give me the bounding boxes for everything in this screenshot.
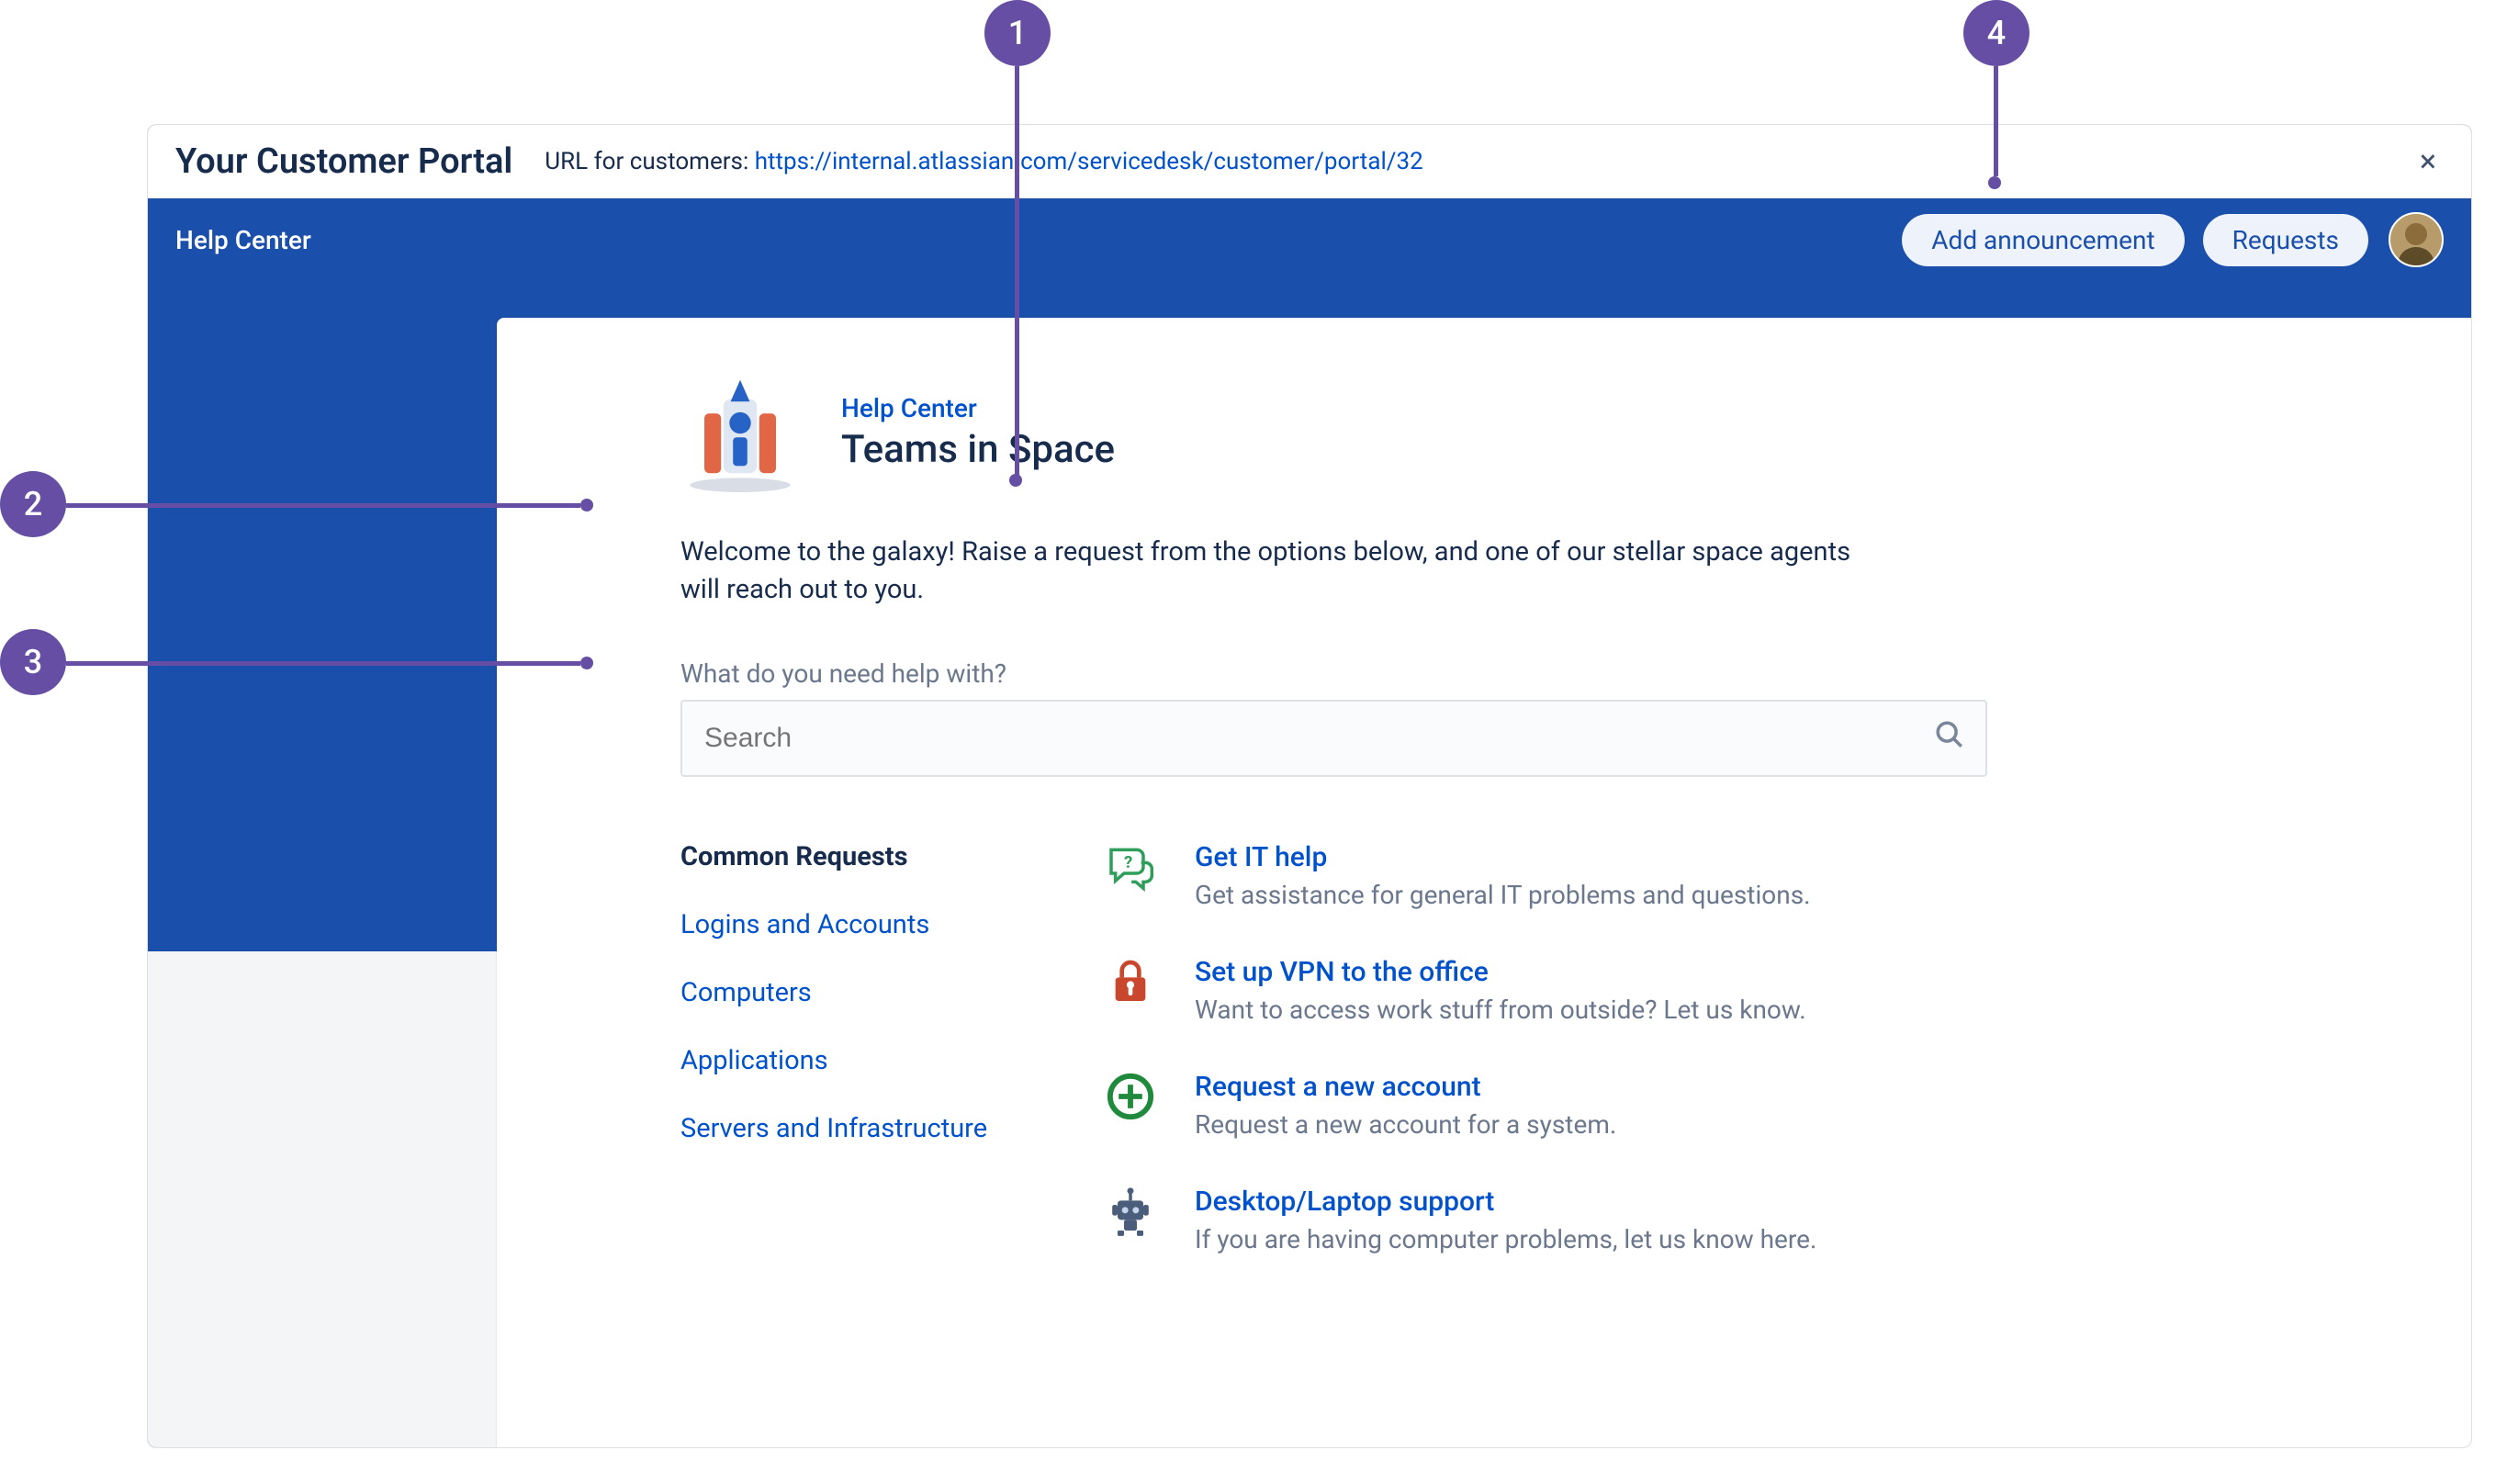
callout-badge-4: 4 — [1963, 0, 2029, 66]
callout-connector — [1994, 66, 1998, 176]
robot-icon — [1098, 1186, 1163, 1254]
category-item-logins-and-accounts[interactable]: Logins and Accounts — [680, 909, 1020, 940]
breadcrumb[interactable]: Help Center — [841, 393, 1115, 423]
lock-icon — [1098, 956, 1163, 1025]
category-item-applications[interactable]: Applications — [680, 1045, 1020, 1076]
category-label: Servers and Infrastructure — [680, 1113, 987, 1144]
request-title: Desktop/Laptop support — [1195, 1186, 1816, 1219]
plus-circle-icon — [1098, 1071, 1163, 1140]
request-title: Set up VPN to the office — [1195, 956, 1806, 989]
request-description: Request a new account for a system. — [1195, 1109, 1616, 1140]
search-label: What do you need help with? — [680, 658, 2306, 689]
callout-connector — [1015, 66, 1019, 475]
avatar[interactable] — [2389, 212, 2444, 267]
callout-endpoint — [1988, 176, 2001, 189]
chat-question-icon — [1098, 841, 1163, 910]
requests-button[interactable]: Requests — [2203, 214, 2368, 266]
callout-badge-1: 1 — [984, 0, 1051, 66]
portal-content-card: Help Center Teams in Space Welcome to th… — [497, 318, 2472, 1447]
request-item[interactable]: Get IT help Get assistance for general IT… — [1098, 841, 2306, 910]
request-title: Request a new account — [1195, 1071, 1616, 1104]
search-icon[interactable] — [1934, 719, 1965, 759]
callout-endpoint — [1009, 474, 1022, 487]
portal-header-row: Help Center Teams in Space — [680, 373, 2306, 492]
page-title: Teams in Space — [841, 427, 1115, 472]
callout-endpoint — [580, 657, 593, 669]
portal-body: Common Requests Logins and Accounts Comput… — [680, 841, 2306, 1300]
portal-url-link[interactable]: https://internal.atlassian.com/servicede… — [755, 148, 1423, 175]
callout-badge-2: 2 — [0, 471, 66, 537]
category-item-common-requests[interactable]: Common Requests — [680, 841, 1020, 872]
callout-endpoint — [580, 499, 593, 512]
request-item[interactable]: Set up VPN to the office Want to access w… — [1098, 956, 2306, 1025]
request-description: If you are having computer problems, let… — [1195, 1224, 1816, 1254]
category-label: Computers — [680, 977, 812, 1008]
search-box[interactable] — [680, 700, 1987, 777]
help-center-link[interactable]: Help Center — [175, 225, 311, 255]
category-item-servers-and-infrastructure[interactable]: Servers and Infrastructure — [680, 1113, 1020, 1144]
portal-topbar: Your Customer Portal URL for customers: … — [148, 125, 2471, 198]
category-item-computers[interactable]: Computers — [680, 977, 1020, 1008]
category-label: Applications — [680, 1045, 828, 1076]
request-title: Get IT help — [1195, 841, 1811, 874]
portal-url-label: URL for customers: https://internal.atla… — [545, 148, 1422, 175]
brand-strip: Help Center Add announcement Requests — [148, 198, 2471, 281]
search-input[interactable] — [703, 722, 1934, 755]
welcome-message: Welcome to the galaxy! Raise a request f… — [680, 534, 1893, 608]
request-item[interactable]: Desktop/Laptop support If you are having … — [1098, 1186, 2306, 1254]
category-label: Common Requests — [680, 841, 908, 872]
add-announcement-button[interactable]: Add announcement — [1902, 214, 2184, 266]
callout-badge-3: 3 — [0, 629, 66, 695]
avatar-icon — [2390, 214, 2442, 265]
close-icon[interactable]: × — [2412, 136, 2444, 187]
callout-connector — [66, 503, 580, 508]
callout-connector — [66, 661, 580, 666]
category-list: Common Requests Logins and Accounts Comput… — [680, 841, 1020, 1300]
request-item[interactable]: Request a new account Request a new accou… — [1098, 1071, 2306, 1140]
portal-window: Your Customer Portal URL for customers: … — [147, 124, 2472, 1448]
request-description: Want to access work stuff from outside? … — [1195, 995, 1806, 1025]
request-description: Get assistance for general IT problems a… — [1195, 880, 1811, 910]
portal-title: Your Customer Portal — [175, 141, 512, 182]
portal-logo-icon — [680, 373, 800, 492]
url-prefix-text: URL for customers: — [545, 148, 754, 175]
category-label: Logins and Accounts — [680, 909, 929, 940]
request-list: Get IT help Get assistance for general IT… — [1098, 841, 2306, 1300]
